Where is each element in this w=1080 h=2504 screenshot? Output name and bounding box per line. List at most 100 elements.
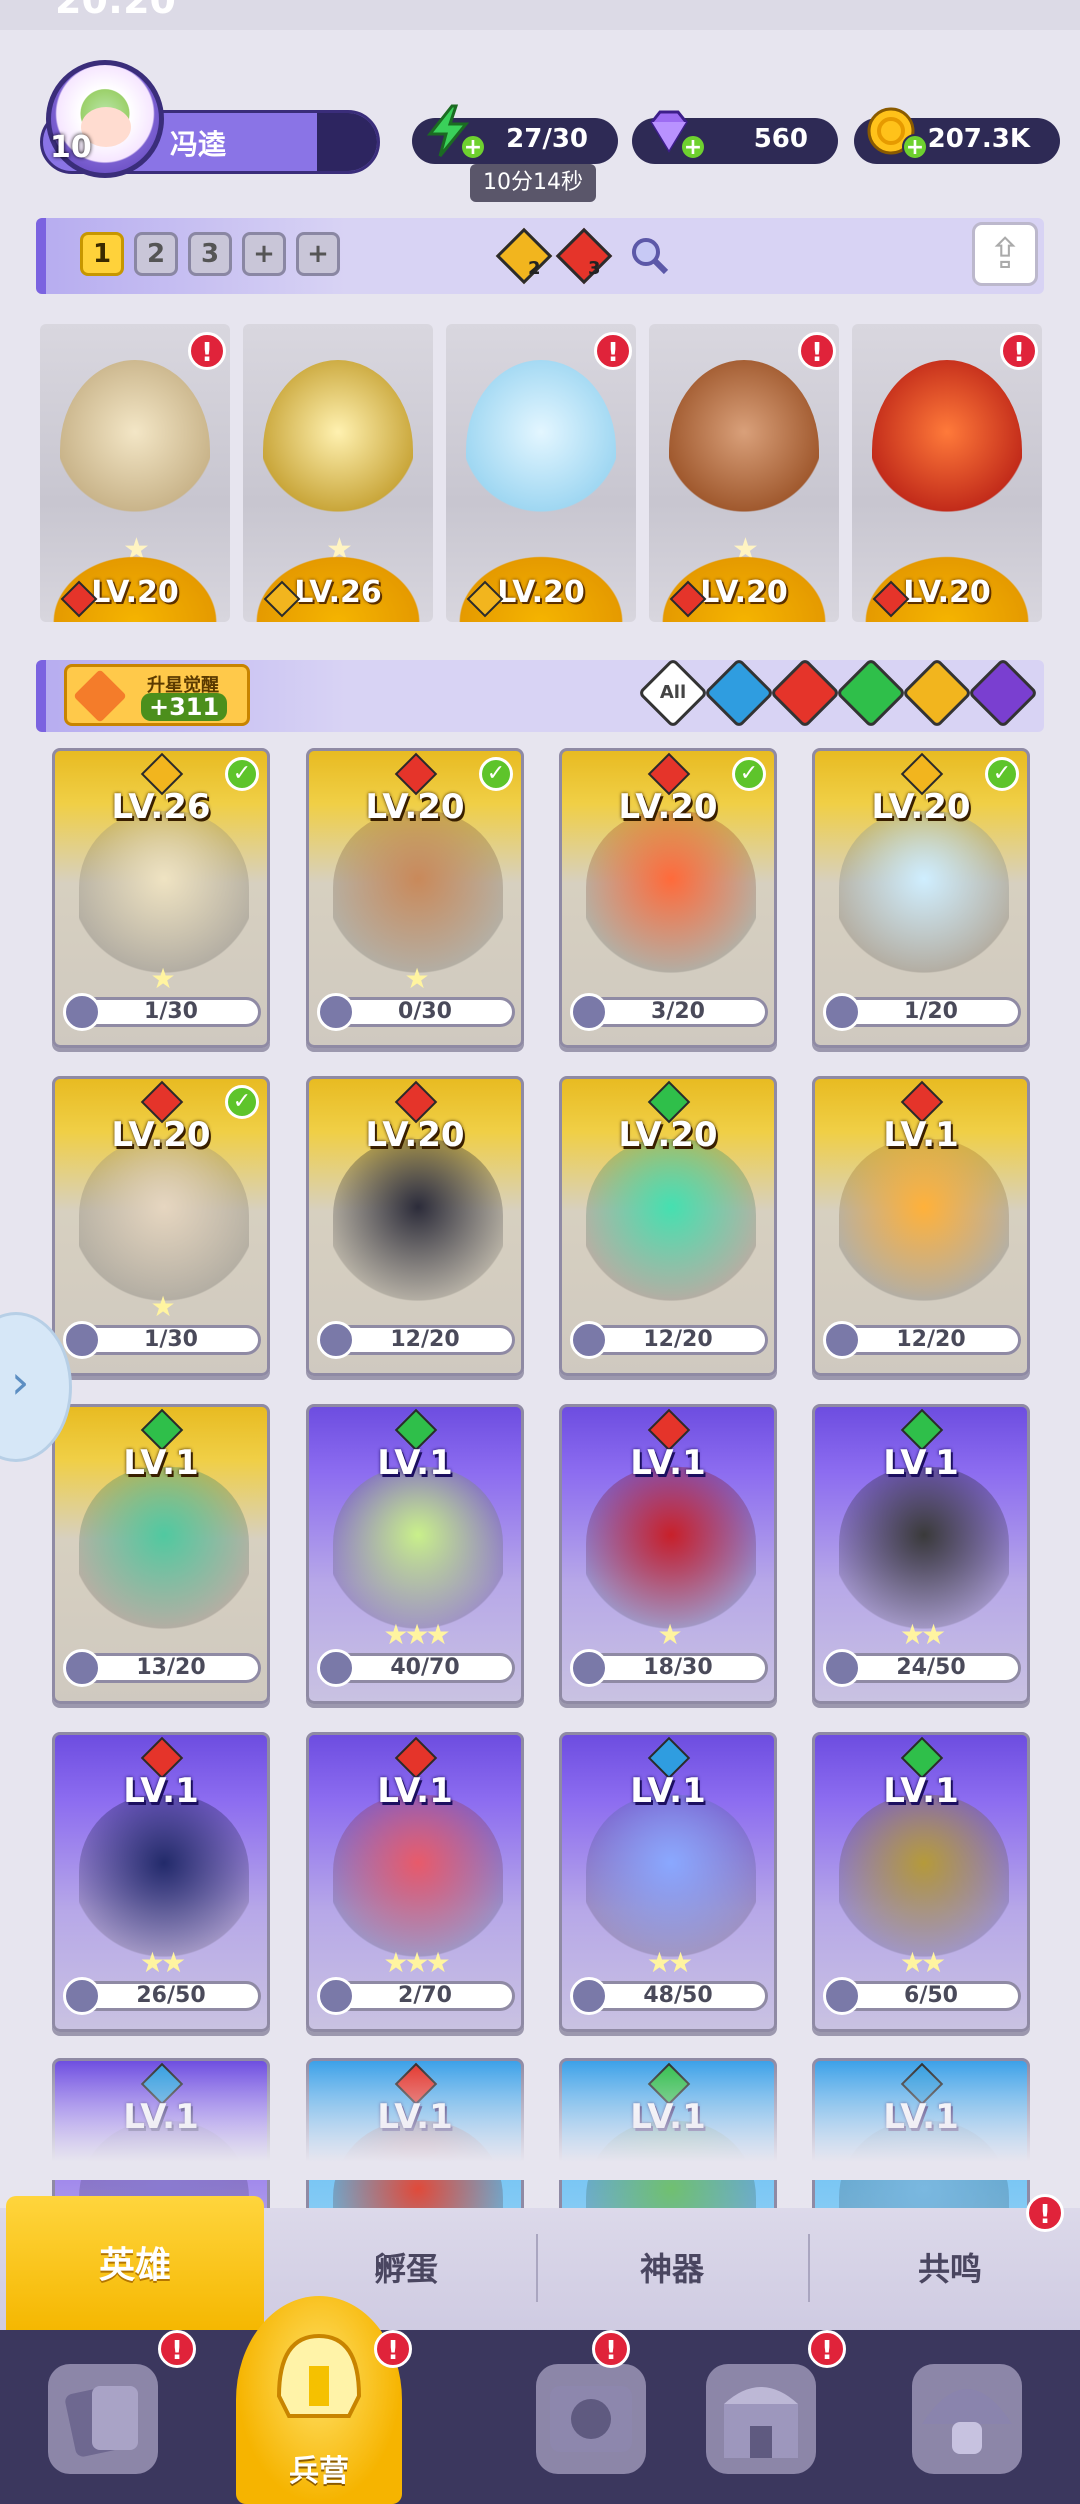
map-icon	[550, 2386, 632, 2452]
hero-level: LV.1	[883, 1115, 959, 1155]
shard-icon	[570, 1977, 608, 2015]
shard-progress-bar: 12/20	[841, 1325, 1021, 1355]
shard-progress-bar: 18/30	[588, 1653, 768, 1683]
star-awaken-button[interactable]: 升星觉醒 +311	[64, 664, 250, 726]
energy-timer: 10分14秒	[470, 164, 596, 202]
hero-card[interactable]: LV.20 12/20	[559, 1076, 777, 1376]
castle-icon	[724, 2387, 798, 2458]
shard-progress-text: 18/30	[643, 1655, 713, 1680]
team-tab-1[interactable]: 1	[80, 232, 124, 276]
alert-badge: !	[1026, 2194, 1064, 2232]
hero-card[interactable]: LV.1 13/20	[52, 1404, 270, 1704]
alert-badge: !	[158, 2330, 196, 2368]
tab-hatch[interactable]: 孵蛋	[374, 2244, 438, 2290]
hero-portrait	[839, 1795, 1009, 1965]
hero-portrait	[839, 1139, 1009, 1309]
gem-value: 560	[753, 124, 808, 154]
shard-progress-text: 12/20	[643, 1327, 713, 1352]
hero-card[interactable]: LV.1 ★★ 26/50	[52, 1732, 270, 2032]
shard-icon	[570, 1321, 608, 1359]
shard-progress-text: 1/20	[904, 999, 958, 1024]
tab-heroes[interactable]: 英雄	[6, 2196, 264, 2332]
hero-card[interactable]: LV.20 ✓ 1/20	[812, 748, 1030, 1048]
shard-icon	[63, 1977, 101, 2015]
shard-progress-bar: 24/50	[841, 1653, 1021, 1683]
hero-portrait	[586, 1795, 756, 1965]
nav-castle-button[interactable]	[706, 2364, 816, 2474]
check-icon: ✓	[479, 757, 513, 791]
tab-heroes-label: 英雄	[98, 2245, 171, 2286]
shard-icon	[823, 1649, 861, 1687]
alert-badge: !	[188, 332, 226, 370]
hero-card[interactable]: LV.20 12/20	[306, 1076, 524, 1376]
shard-progress-text: 12/20	[896, 1327, 966, 1352]
hero-card[interactable]: LV.1 ★★★ 40/70	[306, 1404, 524, 1704]
shard-progress-bar: 12/20	[588, 1325, 768, 1355]
hero-level: LV.26	[111, 787, 211, 827]
share-button[interactable]: ⇪	[972, 222, 1038, 286]
team-tab-add-2[interactable]: +	[296, 232, 340, 276]
shard-progress-bar: 1/30	[81, 1325, 261, 1355]
hero-portrait	[79, 1795, 249, 1965]
hero-stars: ★★★	[383, 1618, 450, 1651]
shard-icon	[63, 993, 101, 1031]
energy-add-button[interactable]: +	[460, 134, 486, 160]
hero-portrait	[60, 360, 210, 540]
shard-icon	[570, 1649, 608, 1687]
tab-artifacts[interactable]: 神器	[640, 2244, 704, 2290]
hero-card[interactable]: LV.1 ★★ 6/50	[812, 1732, 1030, 2032]
shard-progress-bar: 6/50	[841, 1981, 1021, 2011]
hero-card[interactable]: LV.26 ✓ ★ 1/30	[52, 748, 270, 1048]
hero-portrait	[586, 1467, 756, 1637]
shard-icon	[823, 993, 861, 1031]
shard-progress-bar: 1/30	[81, 997, 261, 1027]
shard-progress-text: 0/30	[398, 999, 452, 1024]
player-name: 冯逵	[170, 128, 227, 161]
status-time: 20:20	[55, 0, 176, 22]
shard-icon	[317, 1321, 355, 1359]
shard-icon	[317, 1649, 355, 1687]
team-tab-2[interactable]: 2	[134, 232, 178, 276]
hero-card[interactable]: LV.1 ★ 18/30	[559, 1404, 777, 1704]
hero-level: LV.20	[871, 787, 971, 827]
nav-guild-button[interactable]	[912, 2364, 1022, 2474]
scroll-fade	[0, 2060, 1080, 2180]
hero-level: LV.1	[630, 1771, 706, 1811]
hero-card[interactable]: LV.1 12/20	[812, 1076, 1030, 1376]
nav-barracks-button[interactable]: 兵营	[236, 2296, 402, 2504]
magnifier-icon[interactable]	[628, 234, 670, 276]
shard-progress-text: 1/30	[144, 1327, 198, 1352]
shard-icon	[823, 1321, 861, 1359]
fire-element-count: 3	[588, 258, 601, 279]
hero-portrait	[839, 1467, 1009, 1637]
team-tab-3[interactable]: 3	[188, 232, 232, 276]
hero-card[interactable]: LV.1 ★★ 24/50	[812, 1404, 1030, 1704]
hero-level: LV.1	[883, 1771, 959, 1811]
hero-card[interactable]: LV.20 ✓ ★ 0/30	[306, 748, 524, 1048]
hero-card[interactable]: LV.1 ★★★ 2/70	[306, 1732, 524, 2032]
shard-progress-bar: 40/70	[335, 1653, 515, 1683]
hero-level-badge: LV.20	[446, 546, 636, 622]
mushroom-icon	[922, 2389, 1012, 2454]
nav-map-button[interactable]	[536, 2364, 646, 2474]
alert-badge: !	[808, 2330, 846, 2368]
hero-card[interactable]: LV.1 ★★ 48/50	[559, 1732, 777, 2032]
shard-progress-bar: 12/20	[335, 1325, 515, 1355]
tab-resonance[interactable]: 共鸣	[918, 2244, 982, 2290]
shard-progress-bar: 1/20	[841, 997, 1021, 1027]
hero-card[interactable]: LV.20 ✓ ★ 1/30	[52, 1076, 270, 1376]
hero-stars: ★★	[899, 1946, 946, 1979]
team-tab-add-1[interactable]: +	[242, 232, 286, 276]
hero-portrait	[586, 1139, 756, 1309]
tab-divider	[536, 2234, 538, 2302]
nav-cards-button[interactable]	[48, 2364, 158, 2474]
team-hero-card-2[interactable]: ★ LV.26	[243, 324, 433, 622]
shard-progress-text: 1/30	[144, 999, 198, 1024]
gold-add-button[interactable]: +	[902, 134, 928, 160]
check-icon: ✓	[225, 757, 259, 791]
hero-level: LV.20	[365, 787, 465, 827]
hero-level: LV.1	[123, 1443, 199, 1483]
light-element-count: 2	[528, 258, 541, 279]
gem-add-button[interactable]: +	[680, 134, 706, 160]
hero-card[interactable]: LV.20 ✓ 3/20	[559, 748, 777, 1048]
